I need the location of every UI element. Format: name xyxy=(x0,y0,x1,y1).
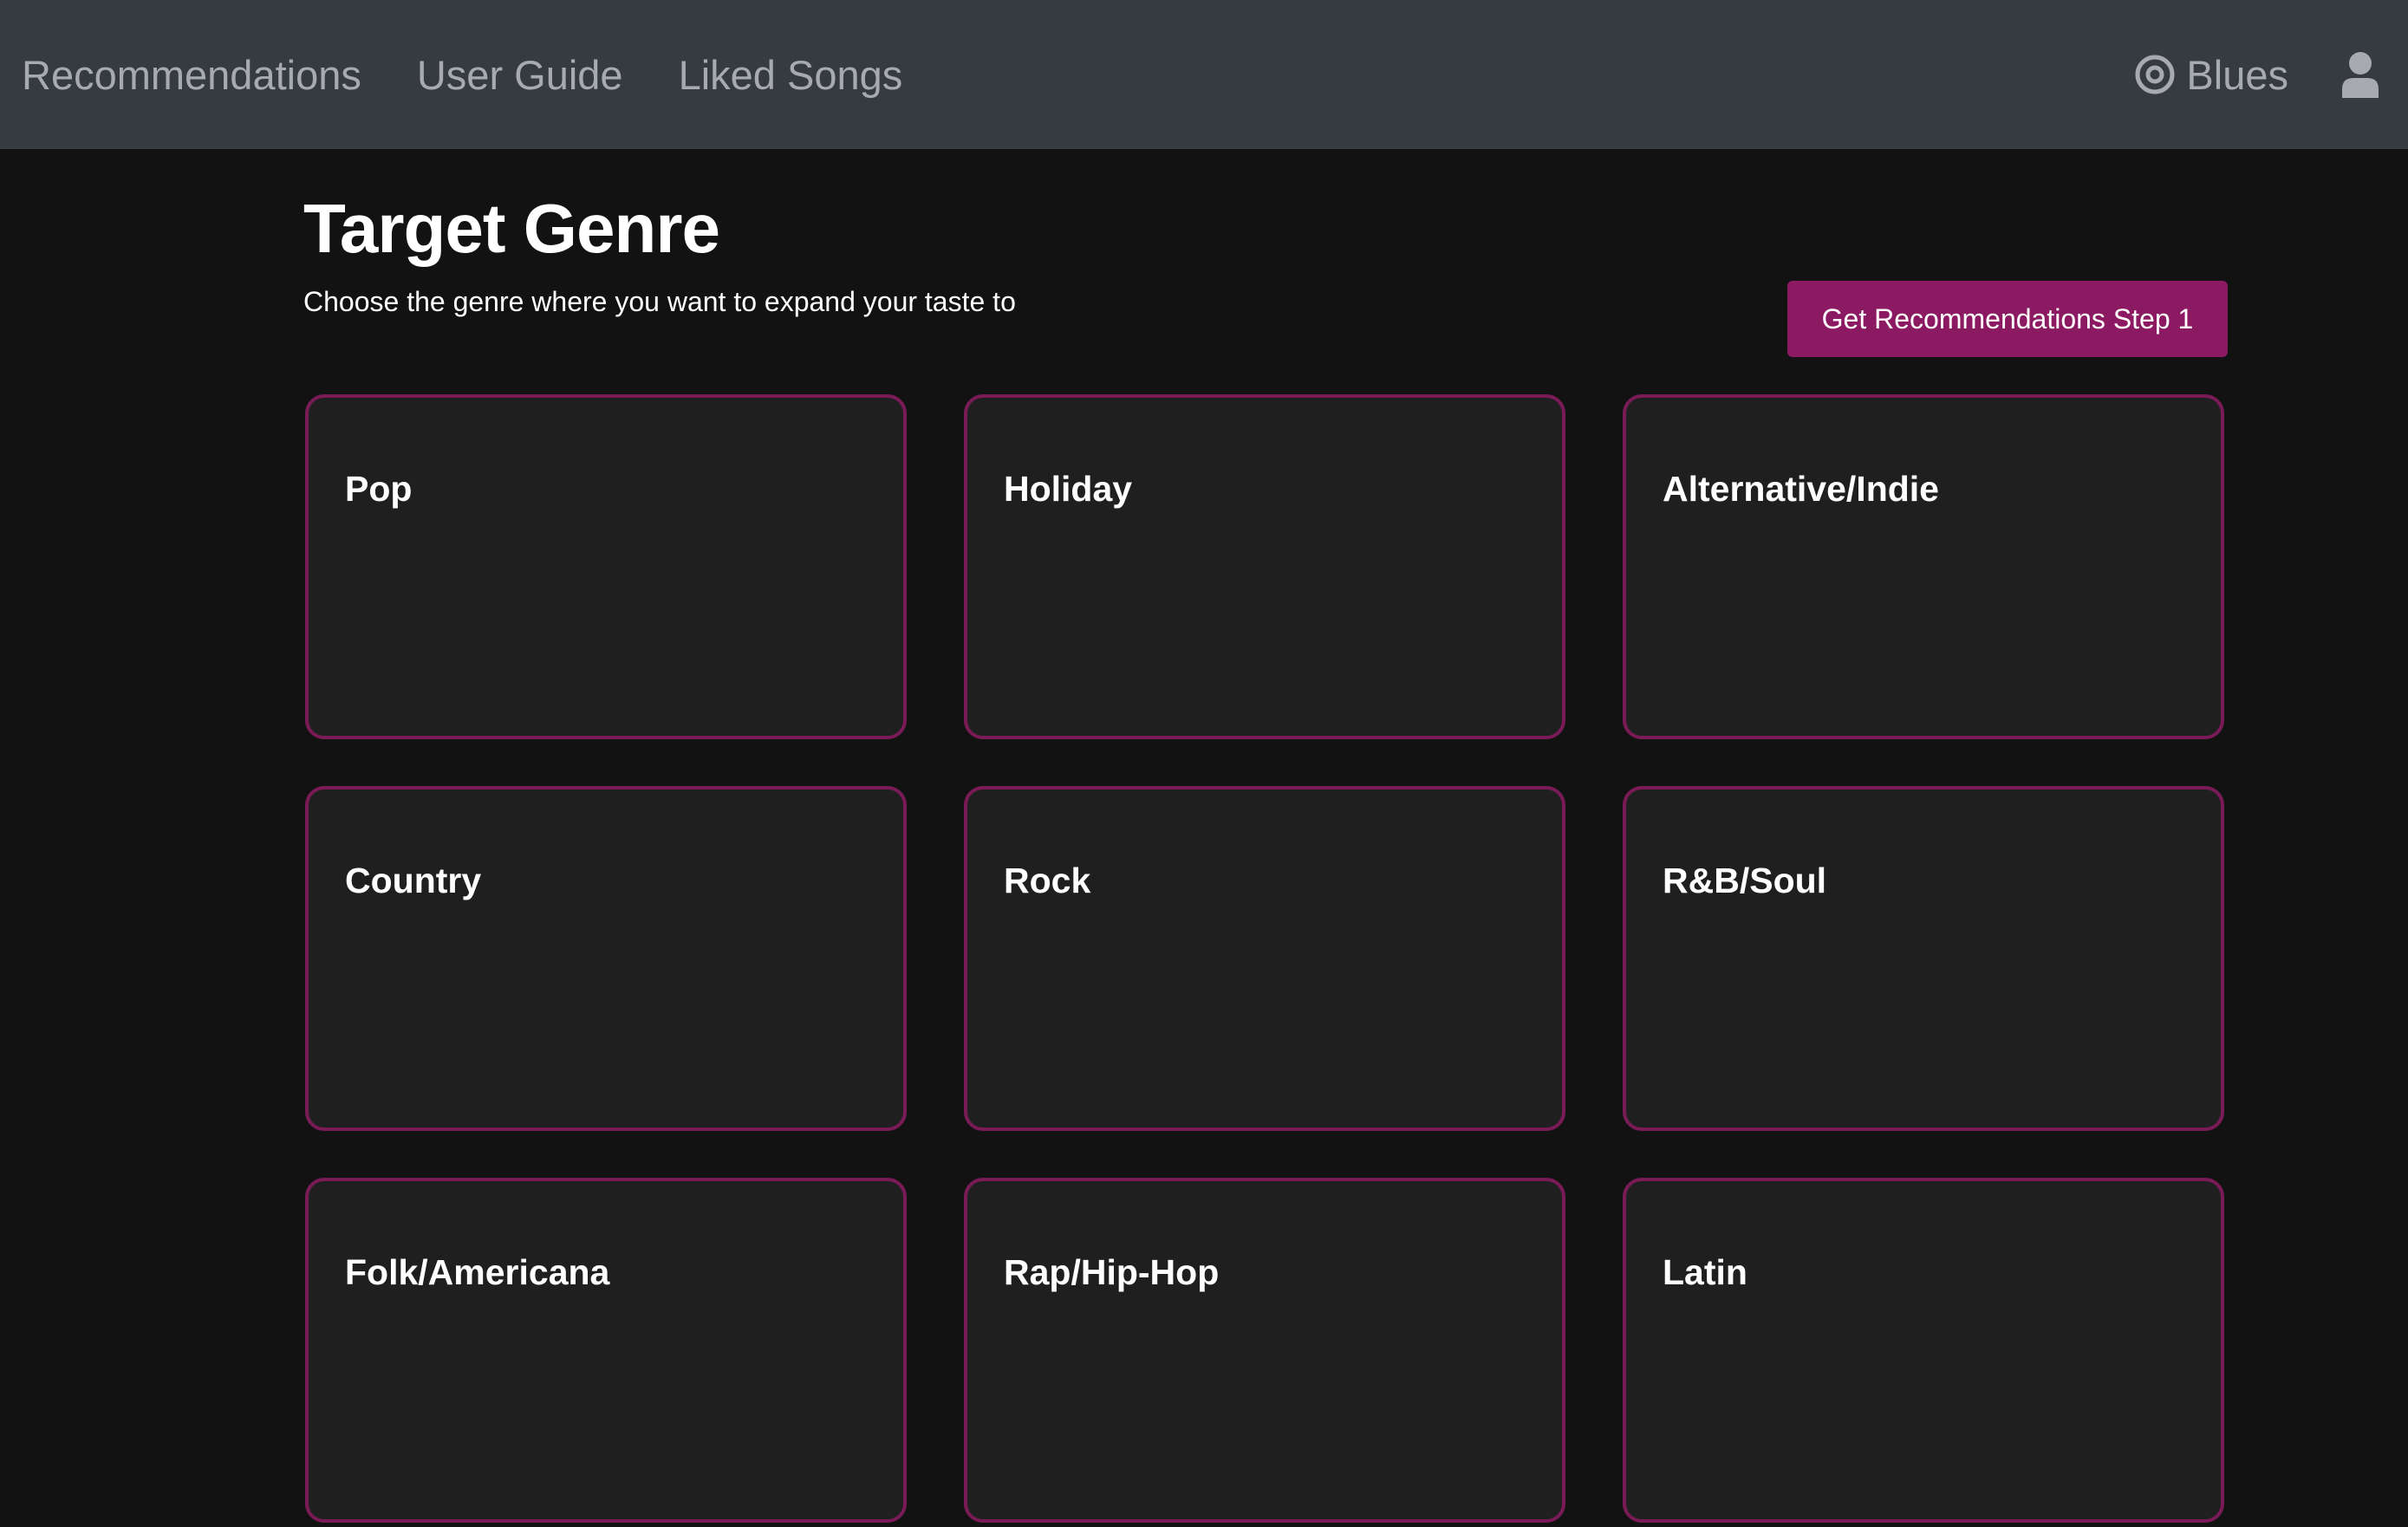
current-genre-indicator[interactable]: Blues xyxy=(2134,51,2288,99)
genre-card-alternative-indie[interactable]: Alternative/Indie xyxy=(1623,394,2224,739)
nav-link-recommendations[interactable]: Recommendations xyxy=(22,51,361,99)
genre-card-rap-hip-hop[interactable]: Rap/Hip-Hop xyxy=(964,1178,1565,1523)
genre-card-label: R&B/Soul xyxy=(1663,861,1827,900)
genre-card-folk-americana[interactable]: Folk/Americana xyxy=(305,1178,907,1523)
nav-link-liked-songs[interactable]: Liked Songs xyxy=(679,51,903,99)
nav-right: Blues xyxy=(2134,51,2408,99)
genre-grid: Pop Holiday Alternative/Indie Country Ro… xyxy=(305,394,2224,1523)
genre-card-rnb-soul[interactable]: R&B/Soul xyxy=(1623,786,2224,1131)
current-genre-label: Blues xyxy=(2186,51,2288,98)
genre-card-label: Alternative/Indie xyxy=(1663,469,1939,509)
genre-card-label: Latin xyxy=(1663,1252,1747,1292)
genre-card-label: Pop xyxy=(345,469,413,509)
genre-card-label: Country xyxy=(345,861,482,900)
genre-card-label: Rap/Hip-Hop xyxy=(1004,1252,1220,1292)
genre-card-rock[interactable]: Rock xyxy=(964,786,1565,1131)
genre-card-label: Rock xyxy=(1004,861,1091,900)
page-subtitle: Choose the genre where you want to expan… xyxy=(303,286,1016,317)
nav-links: Recommendations User Guide Liked Songs xyxy=(0,51,958,99)
user-icon[interactable] xyxy=(2340,51,2380,98)
target-icon xyxy=(2134,54,2176,95)
page-title: Target Genre xyxy=(303,190,720,267)
genre-card-latin[interactable]: Latin xyxy=(1623,1178,2224,1523)
get-recommendations-button[interactable]: Get Recommendations Step 1 xyxy=(1787,281,2228,357)
genre-card-pop[interactable]: Pop xyxy=(305,394,907,739)
genre-card-label: Folk/Americana xyxy=(345,1252,610,1292)
genre-card-holiday[interactable]: Holiday xyxy=(964,394,1565,739)
top-navbar: Recommendations User Guide Liked Songs B… xyxy=(0,0,2408,149)
nav-link-user-guide[interactable]: User Guide xyxy=(417,51,623,99)
genre-card-country[interactable]: Country xyxy=(305,786,907,1131)
genre-card-label: Holiday xyxy=(1004,469,1133,509)
